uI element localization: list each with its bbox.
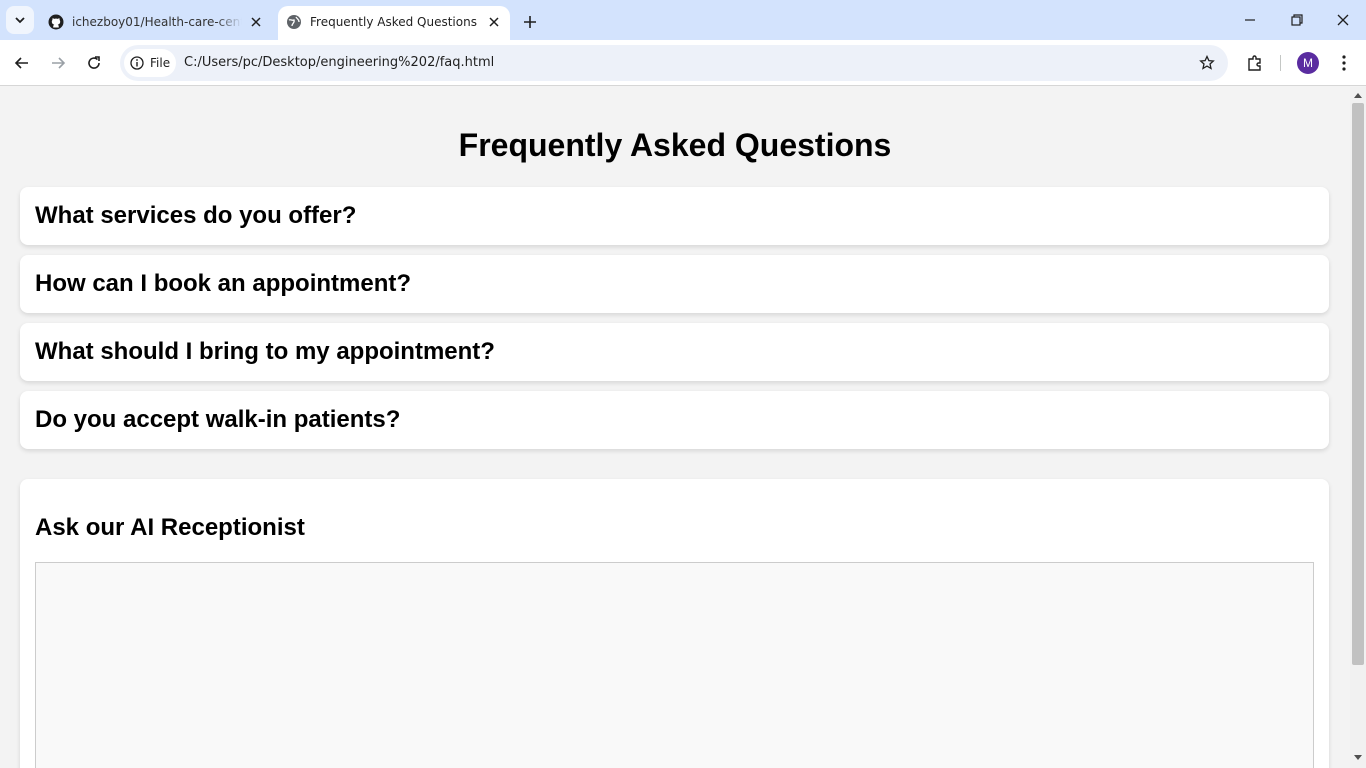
faq-item[interactable]: How can I book an appointment? [20,255,1329,313]
scrollbar-thumb[interactable] [1352,103,1364,665]
faq-question[interactable]: How can I book an appointment? [35,270,411,298]
tab-strip: ichezboy01/Health-care-center Frequently… [0,0,1366,40]
chevron-down-icon [15,17,25,24]
profile-avatar[interactable]: M [1297,52,1319,74]
ai-receptionist-card: Ask our AI Receptionist [20,479,1329,768]
forward-button[interactable] [46,51,70,75]
scroll-up-arrow-icon[interactable] [1354,93,1362,98]
arrow-right-icon [52,57,66,69]
reload-icon [88,56,100,69]
faq-item[interactable]: Do you accept walk-in patients? [20,391,1329,449]
back-button[interactable] [10,51,34,75]
restore-button[interactable] [1285,8,1309,32]
info-icon [130,56,144,70]
browser-toolbar: File C:/Users/pc/Desktop/engineering%202… [0,40,1366,86]
page-content: Frequently Asked Questions What services… [0,87,1350,768]
browser-menu-button[interactable] [1332,51,1356,75]
tab-github[interactable]: ichezboy01/Health-care-center [40,6,272,40]
bookmark-star-icon[interactable] [1198,54,1216,72]
close-icon [1337,14,1349,26]
new-tab-button[interactable] [518,10,542,34]
faq-item[interactable]: What services do you offer? [20,187,1329,245]
minimize-icon [1245,19,1255,21]
faq-question[interactable]: What services do you offer? [35,202,356,230]
minimize-button[interactable] [1238,8,1262,32]
site-info-label: File [150,56,171,70]
github-icon [48,14,64,30]
faq-item[interactable]: What should I bring to my appointment? [20,323,1329,381]
url-text[interactable]: C:/Users/pc/Desktop/engineering%202/faq.… [184,55,494,70]
tab-search-button[interactable] [6,6,34,34]
close-window-button[interactable] [1331,8,1355,32]
tab-title: Frequently Asked Questions [310,15,477,29]
close-tab-icon[interactable] [248,14,264,30]
arrow-left-icon [14,57,28,69]
page-scrollbar[interactable] [1350,87,1366,768]
scroll-down-arrow-icon[interactable] [1354,755,1362,760]
ai-receptionist-title: Ask our AI Receptionist [35,514,305,541]
close-tab-icon[interactable] [486,14,502,30]
tab-title: ichezboy01/Health-care-center [72,15,242,29]
reload-button[interactable] [82,51,106,75]
chat-window[interactable] [35,562,1314,768]
tab-faq[interactable]: Frequently Asked Questions [278,6,510,40]
faq-question[interactable]: What should I bring to my appointment? [35,338,495,366]
kebab-menu-icon [1342,55,1346,71]
toolbar-divider [1280,55,1281,71]
address-bar[interactable]: File C:/Users/pc/Desktop/engineering%202… [120,45,1228,81]
page-title: Frequently Asked Questions [458,127,892,163]
site-info-chip[interactable]: File [124,49,176,77]
plus-icon [524,16,536,28]
extensions-button[interactable] [1243,51,1267,75]
faq-question[interactable]: Do you accept walk-in patients? [35,406,400,434]
puzzle-icon [1248,55,1261,71]
globe-icon [286,14,302,30]
restore-icon [1291,14,1303,26]
